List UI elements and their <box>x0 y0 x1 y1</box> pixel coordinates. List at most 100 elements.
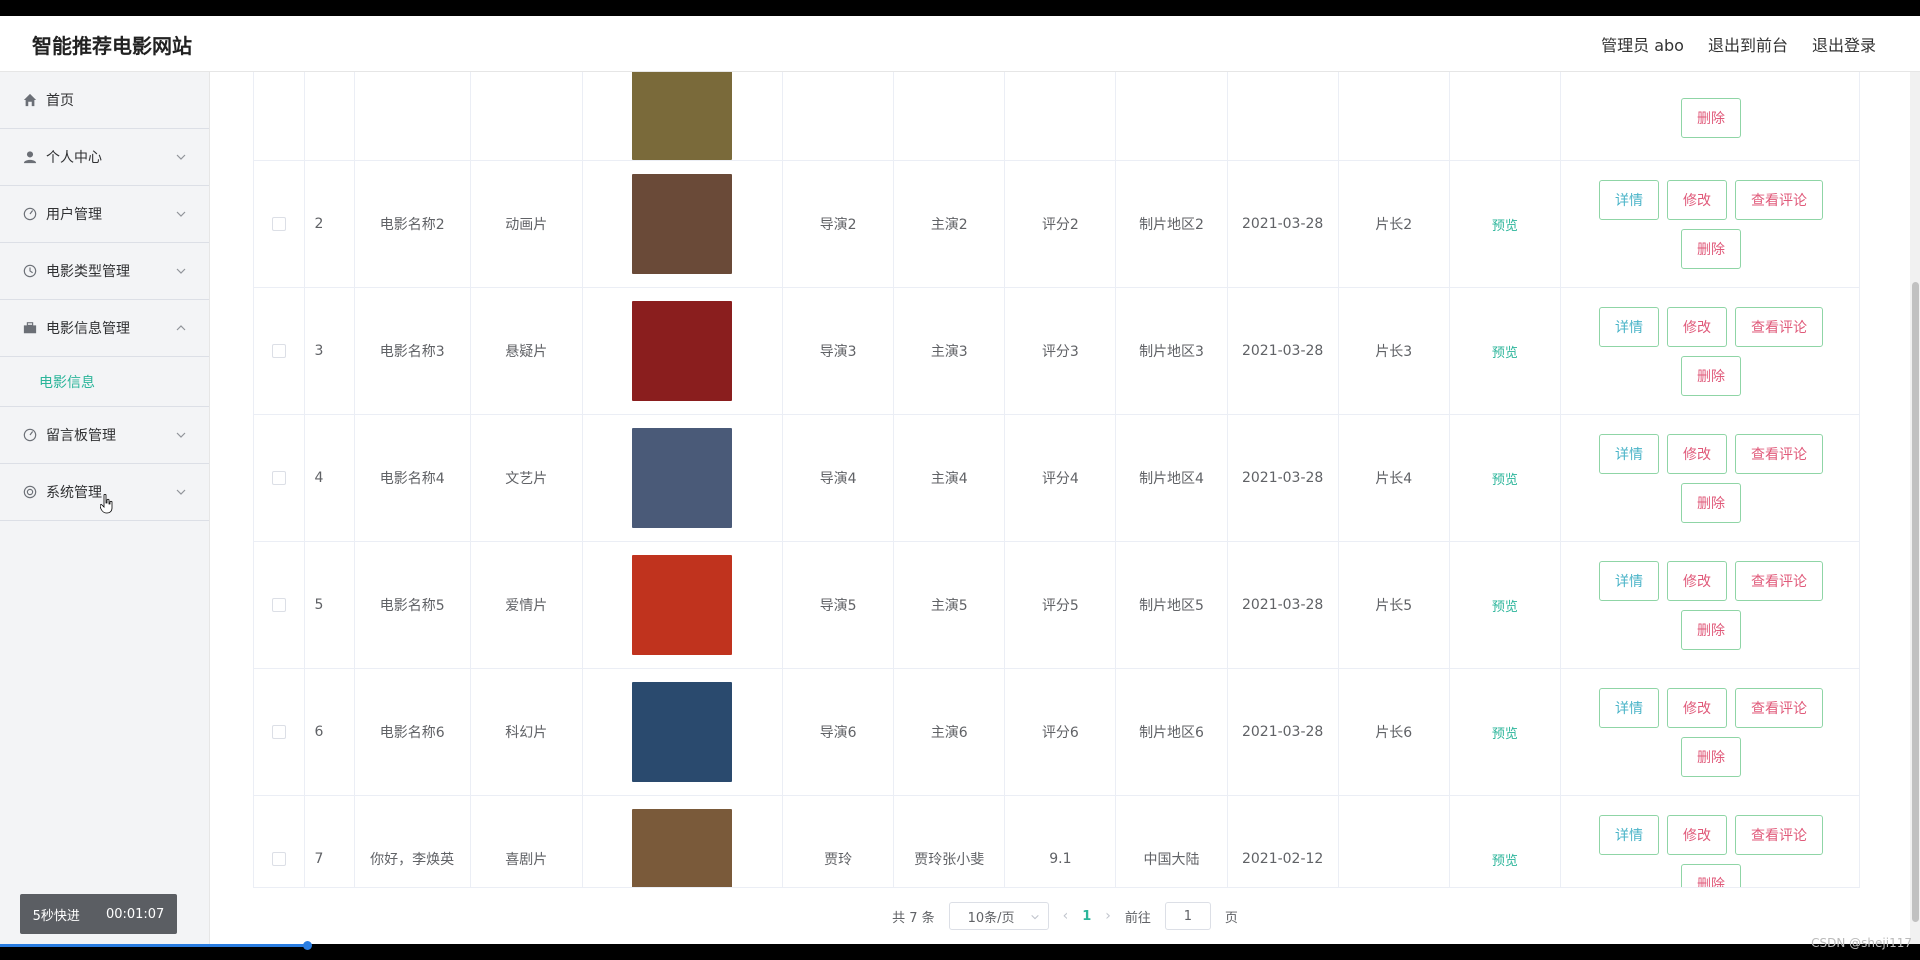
sidebar-item-label: 系统管理 <box>46 485 102 501</box>
table-row: 6 电影名称6 科幻片 导演6 主演6 评分6 制片地区6 2021-03-28 片长6 预览 详情… <box>254 668 1859 796</box>
scrollbar-thumb[interactable] <box>1912 282 1919 922</box>
page-size-select[interactable]: 10条/页 <box>948 902 1049 930</box>
sidebar-item-home[interactable]: 首页 <box>0 72 209 129</box>
edit-button[interactable]: 修改 <box>1666 687 1727 728</box>
row-index: 5 <box>304 541 355 669</box>
view-comments-button[interactable]: 查看评论 <box>1734 560 1823 601</box>
movie-length: 片长3 <box>1338 287 1450 415</box>
goto-label: 前往 <box>1124 910 1151 926</box>
row-checkbox[interactable] <box>271 471 286 485</box>
preview-link[interactable]: 预览 <box>1492 346 1518 361</box>
sidebar-item-movie-types[interactable]: 电影类型管理 <box>0 243 209 300</box>
view-comments-button[interactable]: 查看评论 <box>1734 814 1823 855</box>
delete-button[interactable]: 删除 <box>1680 863 1741 887</box>
sidebar-item-label: 用户管理 <box>46 207 102 223</box>
preview-link[interactable]: 预览 <box>1492 473 1518 488</box>
movie-name: 你好，李焕英 <box>354 795 471 887</box>
sidebar-item-movie-info[interactable]: 电影信息管理 <box>0 300 209 357</box>
detail-button[interactable]: 详情 <box>1598 433 1659 474</box>
main-content: 删除 2 电影名称2 动画片 导演2 主演2 评分2 制片地区2 2021-03-28 片长2 预… <box>210 72 1920 944</box>
row-actions: 详情 修改 查看评论删除 <box>1591 560 1831 650</box>
logout-link[interactable]: 退出登录 <box>1812 32 1876 56</box>
video-progress-bar[interactable] <box>0 941 1920 960</box>
row-checkbox[interactable] <box>271 598 286 612</box>
to-front-link[interactable]: 退出到前台 <box>1708 32 1788 56</box>
table-row: 3 电影名称3 悬疑片 导演3 主演3 评分3 制片地区3 2021-03-28 片长3 预览 详情… <box>254 287 1859 415</box>
edit-button[interactable]: 修改 <box>1666 179 1727 220</box>
chevron-down-icon <box>175 486 187 498</box>
row-checkbox[interactable] <box>271 344 286 358</box>
submenu-movie-info[interactable]: 电影信息 <box>0 357 209 407</box>
delete-button[interactable]: 删除 <box>1680 98 1741 138</box>
clock-icon <box>22 263 38 279</box>
row-actions: 详情 修改 查看评论删除 <box>1591 433 1831 523</box>
edit-button[interactable]: 修改 <box>1666 560 1727 601</box>
sidebar-item-label: 电影类型管理 <box>46 264 130 280</box>
app-screen: 智能推荐电影网站 管理员 abo 退出到前台 退出登录 首页 个人中心 用户管理 <box>0 16 1920 944</box>
preview-link[interactable]: 预览 <box>1492 854 1518 869</box>
view-comments-button[interactable]: 查看评论 <box>1734 306 1823 347</box>
sidebar-item-label: 留言板管理 <box>46 428 116 444</box>
detail-button[interactable]: 详情 <box>1598 560 1659 601</box>
view-comments-button[interactable]: 查看评论 <box>1734 179 1823 220</box>
movie-actor: 主演3 <box>893 287 1006 415</box>
next-page-icon[interactable]: › <box>1105 908 1111 924</box>
delete-button[interactable]: 删除 <box>1680 228 1741 269</box>
page-number-current[interactable]: 1 <box>1082 909 1091 924</box>
detail-button[interactable]: 详情 <box>1598 179 1659 220</box>
top-header: 智能推荐电影网站 管理员 abo 退出到前台 退出登录 <box>0 16 1920 72</box>
movie-date: 2021-02-12 <box>1227 795 1339 887</box>
briefcase-icon <box>22 320 38 336</box>
movie-score: 9.1 <box>1004 795 1117 887</box>
detail-button[interactable]: 详情 <box>1598 814 1659 855</box>
edit-button[interactable]: 修改 <box>1666 306 1727 347</box>
preview-link[interactable]: 预览 <box>1492 600 1518 615</box>
table-row: 5 电影名称5 爱情片 导演5 主演5 评分5 制片地区5 2021-03-28 片长5 预览 详情… <box>254 541 1859 669</box>
movie-table: 删除 2 电影名称2 动画片 导演2 主演2 评分2 制片地区2 2021-03-28 片长2 预… <box>253 72 1860 888</box>
detail-button[interactable]: 详情 <box>1598 687 1659 728</box>
edit-button[interactable]: 修改 <box>1666 433 1727 474</box>
total-count: 共 7 条 <box>892 910 935 926</box>
delete-button[interactable]: 删除 <box>1680 609 1741 650</box>
home-icon <box>22 92 38 108</box>
movie-region: 制片地区5 <box>1115 541 1228 669</box>
sidebar-item-personal[interactable]: 个人中心 <box>0 129 209 186</box>
movie-actor: 主演2 <box>893 160 1006 288</box>
prev-page-icon[interactable]: ‹ <box>1063 908 1069 924</box>
view-comments-button[interactable]: 查看评论 <box>1734 687 1823 728</box>
delete-button[interactable]: 删除 <box>1680 482 1741 523</box>
row-checkbox[interactable] <box>271 852 286 866</box>
sidebar-item-label: 个人中心 <box>46 150 102 166</box>
detail-button[interactable]: 详情 <box>1598 306 1659 347</box>
vertical-scrollbar[interactable] <box>1910 72 1920 944</box>
preview-link[interactable]: 预览 <box>1492 727 1518 742</box>
video-progress-handle[interactable] <box>303 941 313 950</box>
movie-length: 片长2 <box>1338 160 1450 288</box>
edit-button[interactable]: 修改 <box>1666 814 1727 855</box>
row-actions: 详情 修改 查看评论删除 <box>1591 306 1831 396</box>
playback-speed-badge[interactable]: 5秒快进 00:01:07 <box>20 894 177 934</box>
page-size-value: 10条/页 <box>967 910 1015 926</box>
header-actions: 管理员 abo 退出到前台 退出登录 <box>1601 32 1876 56</box>
movie-poster <box>632 682 733 782</box>
movie-poster <box>632 428 733 528</box>
movie-poster <box>632 555 733 655</box>
sidebar-item-users[interactable]: 用户管理 <box>0 186 209 243</box>
movie-region: 制片地区3 <box>1115 287 1228 415</box>
table-row: 2 电影名称2 动画片 导演2 主演2 评分2 制片地区2 2021-03-28 片长2 预览 详情… <box>254 160 1859 288</box>
delete-button[interactable]: 删除 <box>1680 355 1741 396</box>
row-index: 7 <box>304 795 355 887</box>
chevron-down-icon <box>1030 911 1040 921</box>
row-checkbox[interactable] <box>271 725 286 739</box>
delete-button[interactable]: 删除 <box>1680 736 1741 777</box>
movie-region: 制片地区6 <box>1115 668 1228 796</box>
movie-type: 文艺片 <box>470 414 583 542</box>
movie-director: 导演5 <box>782 541 895 669</box>
view-comments-button[interactable]: 查看评论 <box>1734 433 1823 474</box>
row-checkbox[interactable] <box>271 217 286 231</box>
goto-page-input[interactable] <box>1164 902 1211 930</box>
movie-length <box>1338 795 1450 887</box>
sidebar-item-messages[interactable]: 留言板管理 <box>0 407 209 464</box>
preview-link[interactable]: 预览 <box>1492 219 1518 234</box>
row-actions: 详情 修改 查看评论删除 <box>1591 687 1831 777</box>
